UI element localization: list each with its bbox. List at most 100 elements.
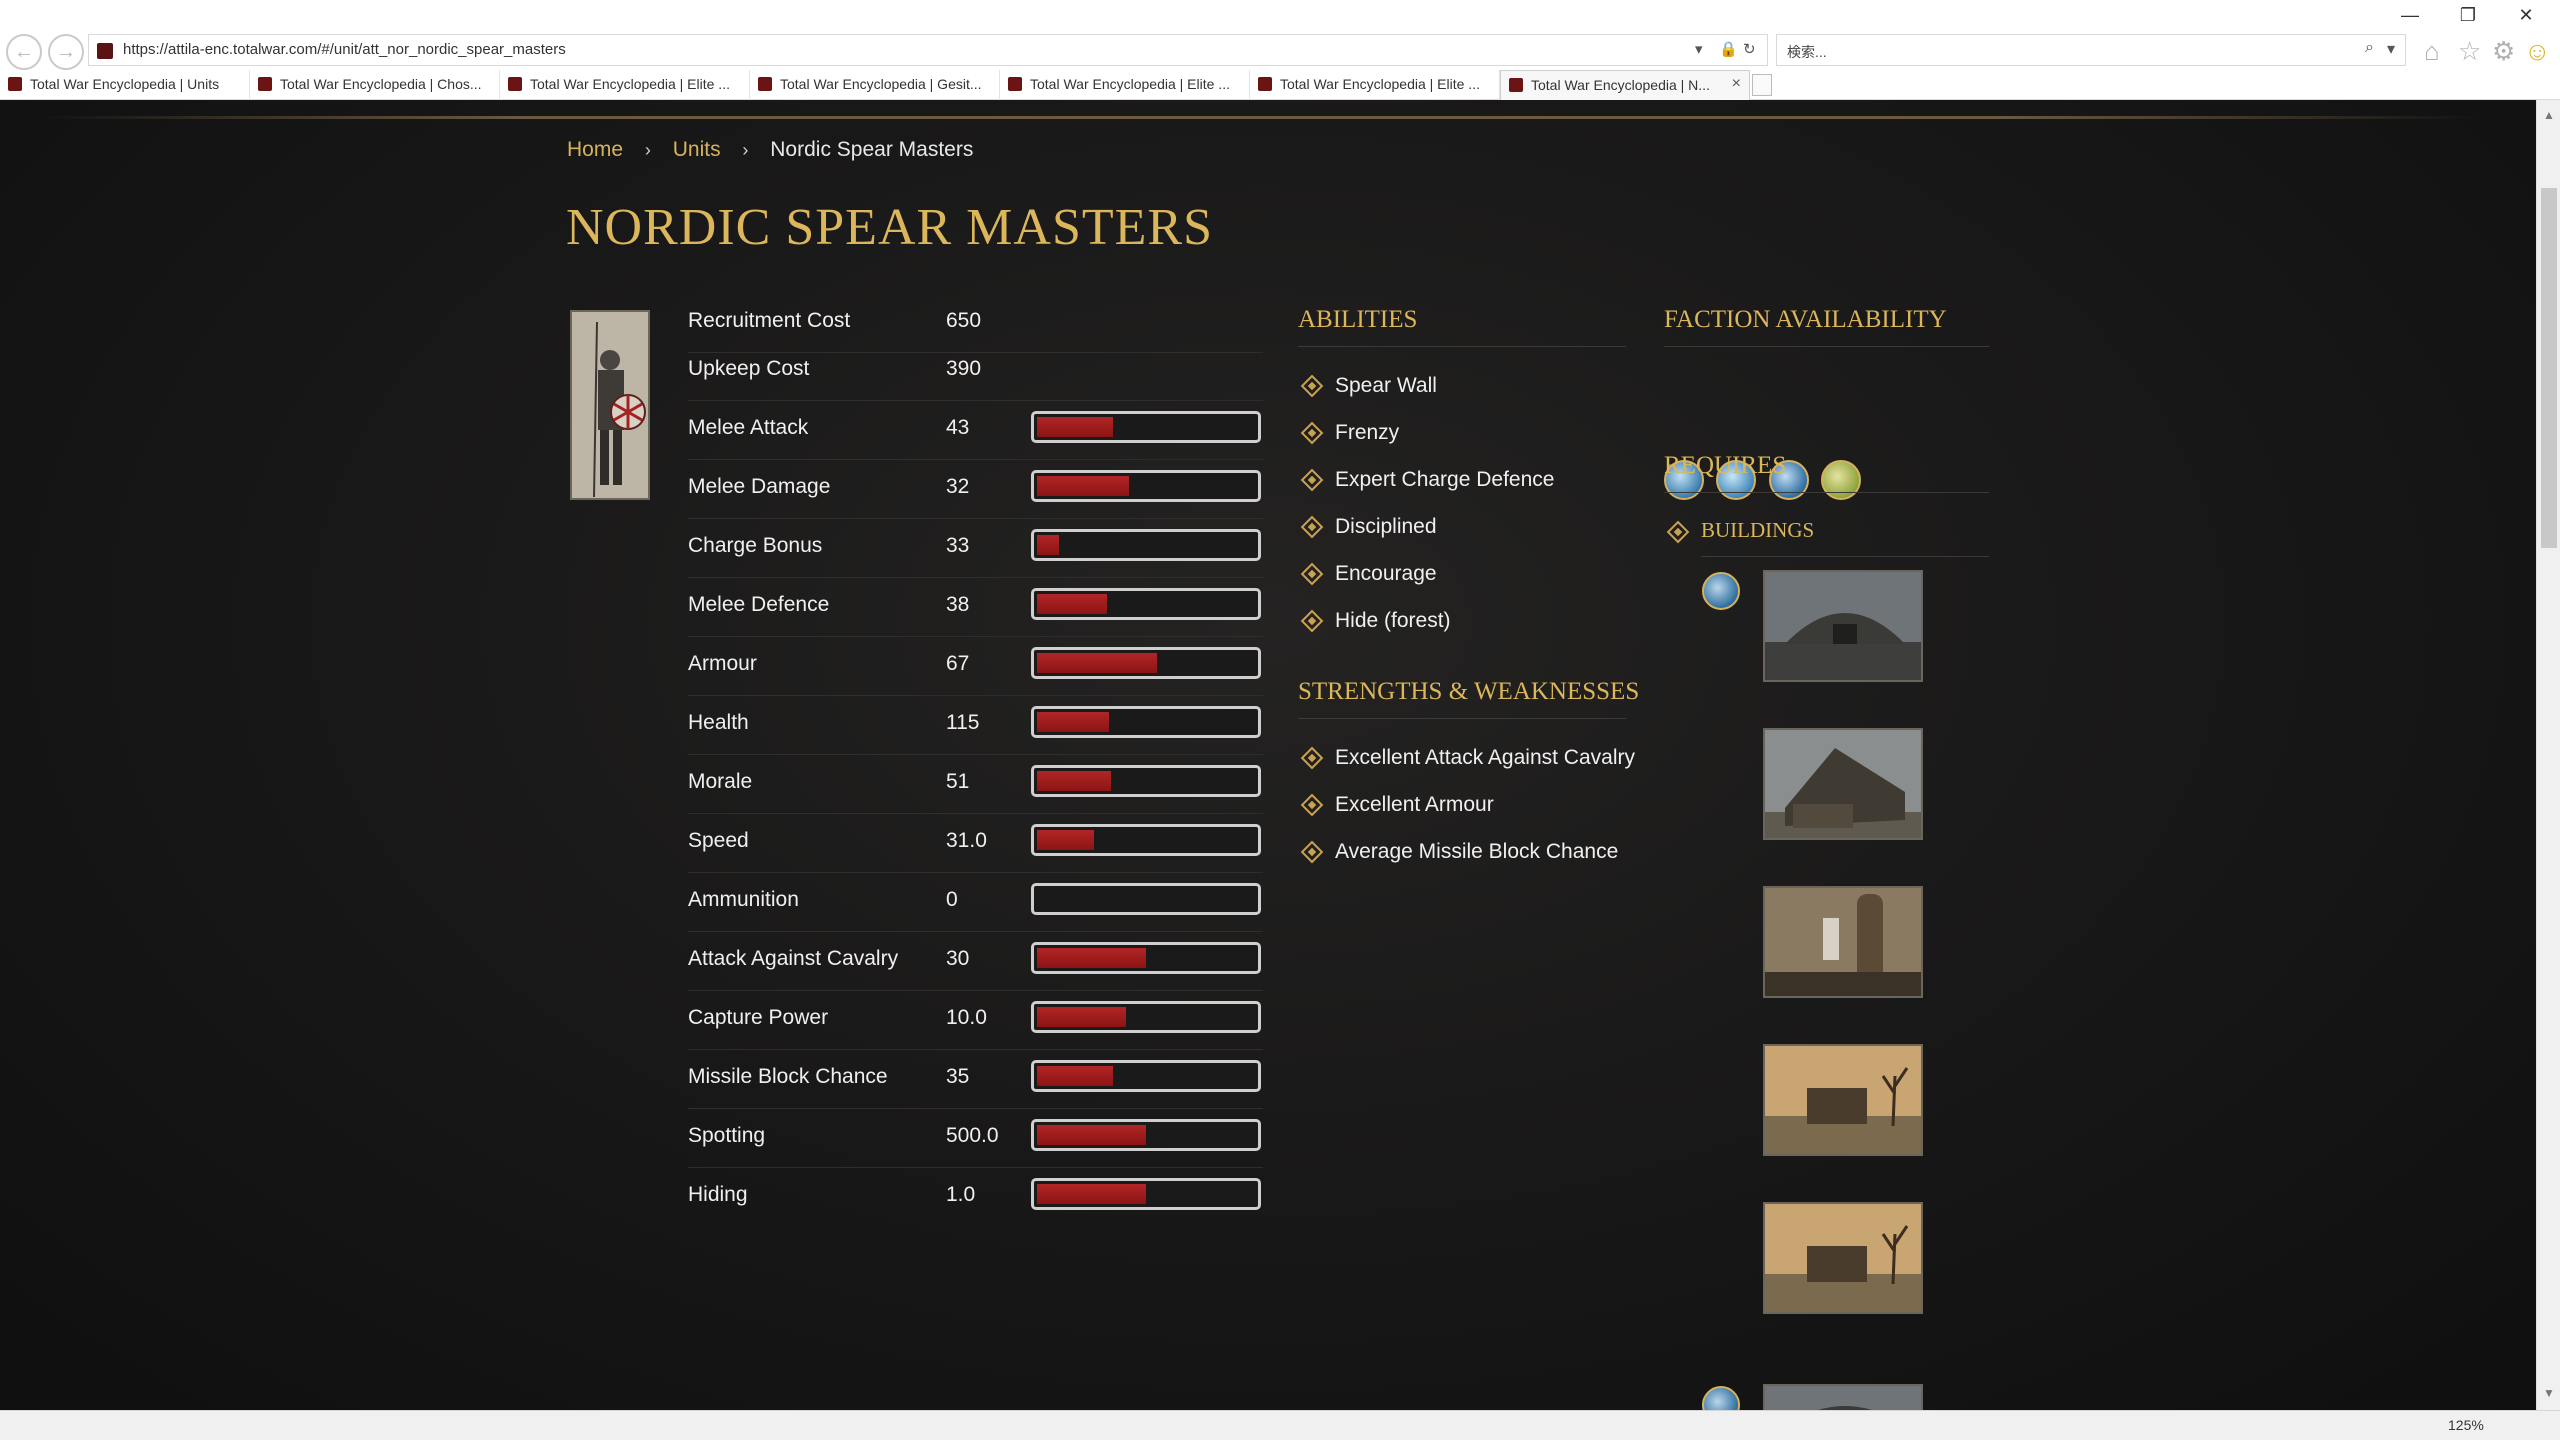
status-bar: 125% — [0, 1410, 2560, 1440]
building-thumbnail-5[interactable] — [1763, 1202, 1923, 1314]
ability-frenzy[interactable]: Frenzy — [1335, 421, 1399, 445]
stat-value: 390 — [946, 357, 982, 380]
building-faction-icon[interactable] — [1702, 572, 1740, 610]
title-bar: — ❐ ✕ — [0, 0, 2560, 28]
stat-bar — [1031, 765, 1261, 797]
stat-row-recruitment-cost: Recruitment Cost 650 — [688, 305, 1263, 353]
back-arrow-icon: ← — [14, 41, 34, 63]
tab-label: Total War Encyclopedia | Gesit... — [780, 76, 982, 92]
tab-favicon-icon — [1258, 77, 1272, 91]
back-button[interactable]: ← — [6, 34, 42, 70]
stat-label: Spotting — [688, 1124, 766, 1147]
browser-tab[interactable]: Total War Encyclopedia | Elite ... — [500, 70, 750, 100]
refresh-icon[interactable]: ↻ — [1743, 40, 1756, 58]
building-thumbnail-1[interactable] — [1763, 570, 1923, 682]
ability-diamond-icon — [1300, 374, 1324, 398]
stat-bar — [1031, 883, 1261, 915]
browser-tab[interactable]: Total War Encyclopedia | Gesit... — [750, 70, 1000, 100]
scrollbar-thumb[interactable] — [2541, 188, 2557, 548]
stat-value: 115 — [946, 711, 980, 734]
strength-item: Average Missile Block Chance — [1335, 840, 1619, 863]
vertical-scrollbar[interactable]: ▲ ▼ — [2536, 100, 2560, 1410]
feedback-smiley-icon[interactable]: ☺ — [2524, 36, 2551, 67]
strength-diamond-icon — [1300, 793, 1324, 817]
ability-spear-wall[interactable]: Spear Wall — [1335, 374, 1437, 398]
stat-value: 67 — [946, 652, 970, 675]
stat-row-melee-attack: Melee Attack 43 — [688, 401, 1263, 460]
settings-gear-icon[interactable]: ⚙ — [2492, 36, 2515, 67]
ability-hide-forest[interactable]: Hide (forest) — [1335, 609, 1451, 633]
browser-tab[interactable]: Total War Encyclopedia | Chos... — [250, 70, 500, 100]
breadcrumb-home-link[interactable]: Home — [567, 138, 623, 161]
stat-label: Ammunition — [688, 888, 799, 911]
search-box[interactable]: 検索... ⌕ ▾ — [1776, 34, 2406, 66]
tab-favicon-icon — [508, 77, 522, 91]
tab-label: Total War Encyclopedia | Units — [30, 76, 220, 92]
building-faction-icon[interactable] — [1702, 1386, 1740, 1410]
buildings-diamond-icon — [1666, 520, 1690, 544]
buildings-heading[interactable]: BUILDINGS — [1701, 518, 1814, 543]
stat-bar — [1031, 942, 1261, 974]
browser-tab-active[interactable]: Total War Encyclopedia | N... × — [1500, 70, 1750, 100]
close-window-button[interactable]: ✕ — [2506, 4, 2546, 26]
abilities-divider — [1298, 346, 1626, 347]
stat-bar — [1031, 1001, 1261, 1033]
stat-bar-fill — [1037, 830, 1094, 850]
restore-button[interactable]: ❐ — [2448, 4, 2488, 26]
breadcrumb-units-link[interactable]: Units — [673, 138, 721, 161]
tab-favicon-icon — [1008, 77, 1022, 91]
stat-value: 10.0 — [946, 1006, 987, 1029]
forward-button[interactable]: → — [48, 34, 84, 70]
breadcrumb-chevron-icon: › — [644, 140, 651, 160]
tab-close-icon[interactable]: × — [1732, 75, 1741, 93]
browser-tab[interactable]: Total War Encyclopedia | Units — [0, 70, 250, 100]
search-input[interactable]: 検索... — [1787, 42, 1827, 62]
building-thumbnail-4[interactable] — [1763, 1044, 1923, 1156]
stat-value: 650 — [946, 309, 982, 332]
search-dropdown-icon[interactable]: ▾ — [2387, 39, 2395, 59]
building-thumbnail-3[interactable] — [1763, 886, 1923, 998]
home-icon[interactable]: ⌂ — [2424, 36, 2440, 67]
stat-label: Missile Block Chance — [688, 1065, 888, 1088]
stat-value: 32 — [946, 475, 970, 498]
abilities-heading: ABILITIES — [1298, 306, 1418, 333]
ability-encourage[interactable]: Encourage — [1335, 562, 1437, 586]
stat-bar-fill — [1037, 948, 1146, 968]
address-bar[interactable]: https://attila-enc.totalwar.com/#/unit/a… — [88, 34, 1768, 66]
stat-label: Hiding — [688, 1183, 748, 1206]
building-thumbnail-6[interactable] — [1763, 1384, 1923, 1410]
tab-label: Total War Encyclopedia | Elite ... — [1280, 76, 1480, 92]
scroll-up-icon[interactable]: ▲ — [2541, 108, 2557, 124]
tab-label: Total War Encyclopedia | N... — [1531, 77, 1710, 93]
zoom-level[interactable]: 125% — [2448, 1417, 2484, 1433]
scroll-down-icon[interactable]: ▼ — [2541, 1386, 2557, 1402]
search-icon[interactable]: ⌕ — [2365, 39, 2374, 57]
stat-bar — [1031, 411, 1261, 443]
breadcrumb-current: Nordic Spear Masters — [770, 138, 974, 161]
favorites-star-icon[interactable]: ☆ — [2458, 36, 2481, 67]
browser-tab[interactable]: Total War Encyclopedia | Elite ... — [1000, 70, 1250, 100]
tab-favicon-icon — [258, 77, 272, 91]
forward-arrow-icon: → — [56, 41, 76, 63]
strengths-divider — [1298, 718, 1626, 719]
stat-row-ammunition: Ammunition 0 — [688, 873, 1263, 932]
stat-bar — [1031, 706, 1261, 738]
stat-bar-fill — [1037, 1007, 1126, 1027]
address-url[interactable]: https://attila-enc.totalwar.com/#/unit/a… — [123, 41, 566, 58]
new-tab-button[interactable] — [1752, 74, 1772, 96]
lock-icon[interactable]: 🔒 — [1719, 40, 1738, 58]
stat-bar — [1031, 824, 1261, 856]
ability-disciplined[interactable]: Disciplined — [1335, 515, 1437, 539]
browser-tab[interactable]: Total War Encyclopedia | Elite ... — [1250, 70, 1500, 100]
dropdown-arrow-icon[interactable]: ▾ — [1695, 40, 1703, 58]
strength-diamond-icon — [1300, 746, 1324, 770]
stat-label: Capture Power — [688, 1006, 829, 1029]
stat-bar-fill — [1037, 712, 1109, 732]
ability-diamond-icon — [1300, 515, 1324, 539]
faction-availability-heading: FACTION AVAILABILITY — [1664, 306, 1947, 333]
minimize-button[interactable]: — — [2390, 4, 2430, 26]
stat-bar-fill — [1037, 653, 1157, 673]
building-thumbnail-2[interactable] — [1763, 728, 1923, 840]
ability-expert-charge-defence[interactable]: Expert Charge Defence — [1335, 468, 1554, 492]
faction-icon-4[interactable] — [1821, 460, 1861, 500]
